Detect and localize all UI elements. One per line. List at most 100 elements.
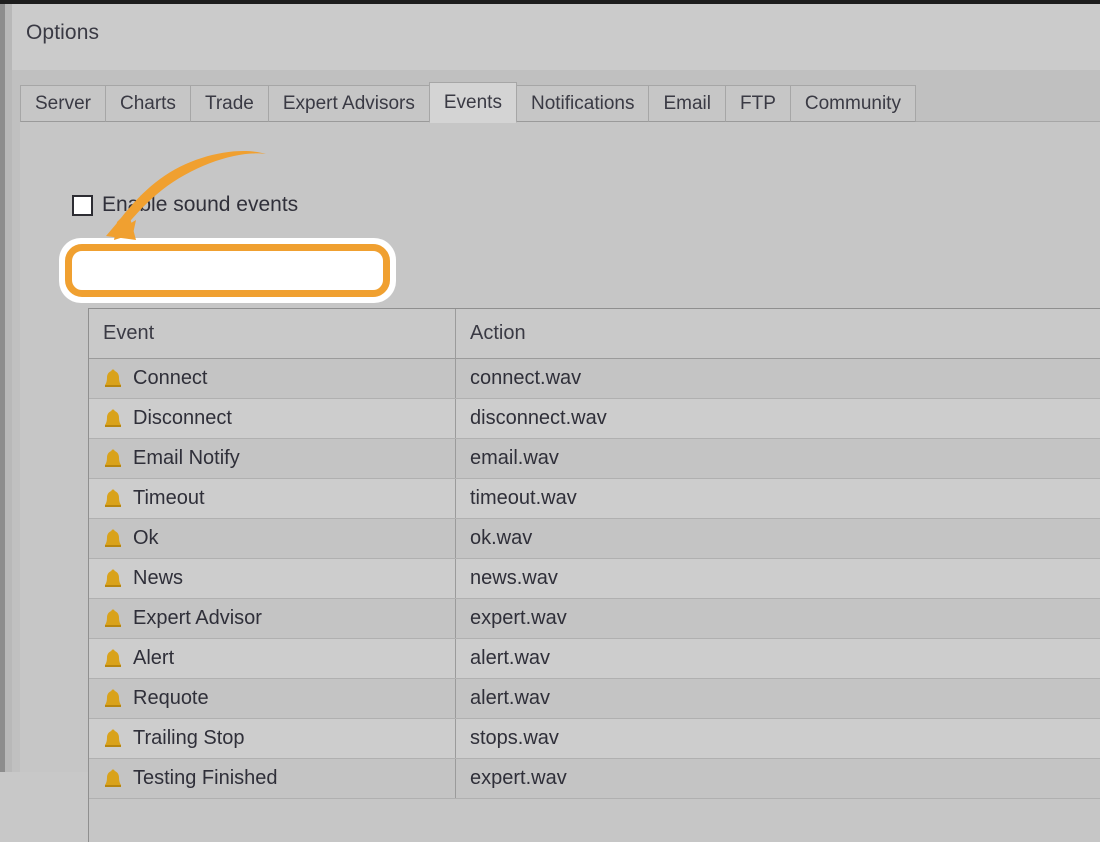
table-header-row: Event Action — [89, 309, 1100, 359]
bell-icon — [103, 728, 123, 750]
action-filename: timeout.wav — [470, 487, 577, 510]
action-filename: alert.wav — [470, 647, 550, 670]
table-row[interactable]: Timeout timeout.wav — [89, 479, 1100, 519]
cell-action[interactable]: expert.wav — [456, 599, 1100, 638]
cell-action[interactable]: disconnect.wav — [456, 399, 1100, 438]
tab-strip: Server Charts Trade Expert Advisors Events No… — [20, 83, 915, 122]
cell-event[interactable]: Expert Advisor — [89, 599, 456, 638]
event-name: Expert Advisor — [133, 607, 262, 630]
cell-action[interactable]: email.wav — [456, 439, 1100, 478]
cell-event[interactable]: Email Notify — [89, 439, 456, 478]
tab-charts[interactable]: Charts — [105, 85, 191, 122]
action-filename: email.wav — [470, 447, 559, 470]
event-name: Email Notify — [133, 447, 240, 470]
tab-server[interactable]: Server — [20, 85, 106, 122]
bell-icon — [103, 408, 123, 430]
cell-event[interactable]: Testing Finished — [89, 759, 456, 798]
tab-label: Community — [805, 93, 901, 115]
table-empty-space — [89, 799, 1100, 842]
cell-action[interactable]: alert.wav — [456, 679, 1100, 718]
tab-label: Events — [444, 92, 502, 114]
action-filename: expert.wav — [470, 607, 567, 630]
dialog-body: Server Charts Trade Expert Advisors Events No… — [12, 70, 1100, 772]
event-name: Disconnect — [133, 407, 232, 430]
cell-event[interactable]: Requote — [89, 679, 456, 718]
table-row[interactable]: Connect connect.wav — [89, 359, 1100, 399]
event-name: Testing Finished — [133, 767, 278, 790]
action-filename: disconnect.wav — [470, 407, 607, 430]
cell-event[interactable]: Connect — [89, 359, 456, 398]
page-title: Options — [26, 21, 99, 45]
cell-event[interactable]: Ok — [89, 519, 456, 558]
tab-events[interactable]: Events — [429, 82, 517, 123]
bell-icon — [103, 648, 123, 670]
bell-icon — [103, 368, 123, 390]
action-filename: stops.wav — [470, 727, 559, 750]
tab-trade[interactable]: Trade — [190, 85, 269, 122]
table-body: Connect connect.wav Disconnect disconnect.w… — [89, 359, 1100, 799]
cell-event[interactable]: Alert — [89, 639, 456, 678]
column-header-event[interactable]: Event — [89, 309, 456, 358]
column-header-action[interactable]: Action — [456, 309, 1100, 358]
bell-icon — [103, 488, 123, 510]
tab-label: Notifications — [531, 93, 635, 115]
cell-action[interactable]: alert.wav — [456, 639, 1100, 678]
tab-community[interactable]: Community — [790, 85, 916, 122]
cell-action[interactable]: news.wav — [456, 559, 1100, 598]
table-row[interactable]: Testing Finished expert.wav — [89, 759, 1100, 799]
cell-action[interactable]: connect.wav — [456, 359, 1100, 398]
tab-expert-advisors[interactable]: Expert Advisors — [268, 85, 430, 122]
action-filename: expert.wav — [470, 767, 567, 790]
bell-icon — [103, 528, 123, 550]
action-filename: alert.wav — [470, 687, 550, 710]
action-filename: connect.wav — [470, 367, 581, 390]
window-left-border-inner — [5, 4, 12, 772]
table-row[interactable]: Alert alert.wav — [89, 639, 1100, 679]
tab-label: Trade — [205, 93, 254, 115]
event-name: Timeout — [133, 487, 205, 510]
table-row[interactable]: Expert Advisor expert.wav — [89, 599, 1100, 639]
enable-sound-events-label: Enable sound events — [102, 193, 298, 217]
bell-icon — [103, 568, 123, 590]
tab-label: Email — [663, 93, 711, 115]
tab-label: FTP — [740, 93, 776, 115]
cell-action[interactable]: timeout.wav — [456, 479, 1100, 518]
table-row[interactable]: Ok ok.wav — [89, 519, 1100, 559]
table-row[interactable]: News news.wav — [89, 559, 1100, 599]
cell-event[interactable]: Trailing Stop — [89, 719, 456, 758]
enable-sound-events-row[interactable]: Enable sound events — [72, 191, 298, 219]
tab-label: Server — [35, 93, 91, 115]
event-name: Alert — [133, 647, 174, 670]
event-name: Requote — [133, 687, 209, 710]
options-dialog: Options ServerChartsTradeExpert Advisors… — [0, 0, 1100, 772]
bell-icon — [103, 448, 123, 470]
cell-event[interactable]: Disconnect — [89, 399, 456, 438]
action-filename: ok.wav — [470, 527, 532, 550]
cell-event[interactable]: Timeout — [89, 479, 456, 518]
tab-ftp[interactable]: FTP — [725, 85, 791, 122]
cell-event[interactable]: News — [89, 559, 456, 598]
event-name: News — [133, 567, 183, 590]
bell-icon — [103, 768, 123, 790]
events-table[interactable]: Event Action Connect connect.wav Disconnec… — [88, 308, 1100, 842]
event-name: Ok — [133, 527, 159, 550]
enable-sound-events-checkbox[interactable] — [72, 195, 93, 216]
event-name: Trailing Stop — [133, 727, 245, 750]
tab-email[interactable]: Email — [648, 85, 726, 122]
cell-action[interactable]: expert.wav — [456, 759, 1100, 798]
bell-icon — [103, 608, 123, 630]
cell-action[interactable]: ok.wav — [456, 519, 1100, 558]
table-row[interactable]: Email Notify email.wav — [89, 439, 1100, 479]
action-filename: news.wav — [470, 567, 558, 590]
tab-notifications[interactable]: Notifications — [516, 85, 650, 122]
event-name: Connect — [133, 367, 208, 390]
cell-action[interactable]: stops.wav — [456, 719, 1100, 758]
tab-label: Charts — [120, 93, 176, 115]
highlight-ring-orange — [65, 244, 390, 297]
bell-icon — [103, 688, 123, 710]
table-row[interactable]: Requote alert.wav — [89, 679, 1100, 719]
tab-label: Expert Advisors — [283, 93, 415, 115]
table-row[interactable]: Disconnect disconnect.wav — [89, 399, 1100, 439]
table-row[interactable]: Trailing Stop stops.wav — [89, 719, 1100, 759]
dialog-titlebar: Options — [12, 4, 1100, 70]
